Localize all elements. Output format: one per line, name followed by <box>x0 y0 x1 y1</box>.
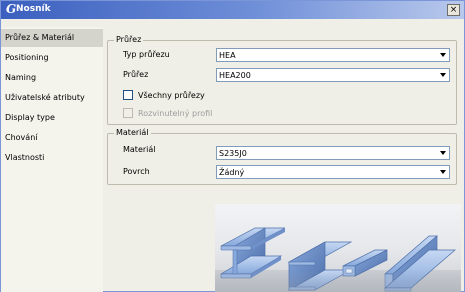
material-label: Materiál <box>123 145 156 154</box>
chevron-down-icon[interactable] <box>436 69 449 81</box>
nosnik-dialog: G Nosník × Průřez & Materiál Positioning… <box>0 0 465 292</box>
material-group: Materiál Materiál S235J0 Povrch Žádný <box>107 128 457 185</box>
all-profiles-label: Všechny průřezy <box>138 91 205 100</box>
properties-panel: Průřez Typ průřezu HEA Průřez HEA200 Vše… <box>105 27 461 292</box>
chevron-down-icon[interactable] <box>436 49 449 61</box>
parametric-profile-label: Rozvinutelný profil <box>138 109 213 118</box>
sidebar-item-user-attributes[interactable]: Uživatelské atributy <box>1 89 103 107</box>
profile-group-title: Průřez <box>114 35 144 45</box>
close-button[interactable]: × <box>447 4 460 16</box>
profile-type-select[interactable]: HEA <box>216 48 450 62</box>
all-profiles-checkbox[interactable] <box>123 90 133 100</box>
sidebar-item-prurez-material[interactable]: Průřez & Materiál <box>1 29 103 47</box>
surface-value: Žádný <box>219 168 245 177</box>
surface-label: Povrch <box>123 167 150 176</box>
sidebar-item-properties[interactable]: Vlastnosti <box>1 149 103 167</box>
surface-select[interactable]: Žádný <box>216 165 450 179</box>
material-value: S235J0 <box>219 149 247 158</box>
sidebar-item-display-type[interactable]: Display type <box>1 109 103 127</box>
sidebar-item-naming[interactable]: Naming <box>1 69 103 87</box>
profile-type-value: HEA <box>219 51 236 60</box>
window-title: Nosník <box>16 4 51 14</box>
parametric-profile-checkbox <box>123 108 133 118</box>
sidebar-item-behavior[interactable]: Chování <box>1 129 103 147</box>
profile-label: Průřez <box>123 70 149 79</box>
profile-value: HEA200 <box>219 71 251 80</box>
profile-preview-image <box>215 204 461 292</box>
material-group-title: Materiál <box>114 128 151 138</box>
title-bar[interactable]: G Nosník × <box>1 1 464 19</box>
profile-select[interactable]: HEA200 <box>216 68 450 82</box>
category-sidebar: Průřez & Materiál Positioning Naming Uži… <box>1 27 103 292</box>
chevron-down-icon[interactable] <box>436 147 449 159</box>
profile-type-label: Typ průřezu <box>123 50 170 59</box>
sidebar-item-positioning[interactable]: Positioning <box>1 49 103 67</box>
floor-shadow <box>215 270 461 292</box>
chevron-down-icon[interactable] <box>436 166 449 178</box>
material-select[interactable]: S235J0 <box>216 146 450 160</box>
profile-group: Průřez Typ průřezu HEA Průřez HEA200 Vše… <box>107 35 457 125</box>
